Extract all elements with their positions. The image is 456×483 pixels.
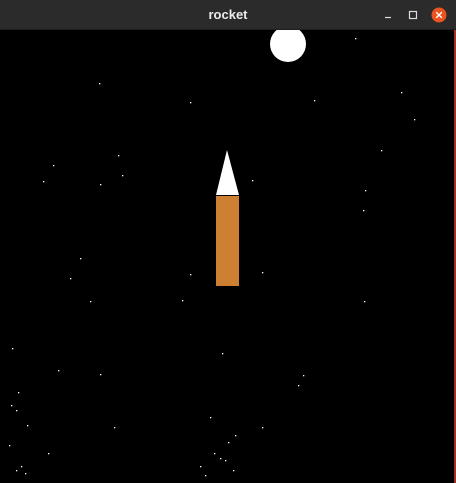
star <box>262 427 264 429</box>
star <box>48 453 50 455</box>
star <box>365 190 367 192</box>
close-button[interactable] <box>431 7 447 23</box>
app-window: rocket <box>0 0 456 483</box>
rocket-body <box>216 196 239 286</box>
star <box>235 435 237 437</box>
star <box>401 92 403 94</box>
star <box>43 181 45 183</box>
star <box>205 475 207 477</box>
minimize-icon <box>385 16 391 19</box>
game-canvas[interactable] <box>0 30 456 483</box>
star <box>298 385 300 387</box>
close-icon <box>431 7 447 23</box>
moon <box>270 30 306 62</box>
star <box>9 445 11 447</box>
star <box>90 301 92 303</box>
star <box>381 150 383 152</box>
star <box>21 466 23 468</box>
title-bar[interactable]: rocket <box>0 0 456 30</box>
star <box>11 405 13 407</box>
star <box>252 180 254 182</box>
maximize-button[interactable] <box>405 7 421 23</box>
minimize-button[interactable] <box>380 7 396 23</box>
star <box>70 278 72 280</box>
star <box>210 417 212 419</box>
star <box>225 460 227 462</box>
star <box>314 100 316 102</box>
star <box>16 410 18 412</box>
star <box>122 175 124 177</box>
star <box>80 258 82 260</box>
star <box>27 425 29 427</box>
star <box>25 473 27 475</box>
star <box>16 470 18 472</box>
star <box>364 301 366 303</box>
star <box>200 466 202 468</box>
star <box>355 38 357 40</box>
star <box>114 427 116 429</box>
star <box>214 453 216 455</box>
star <box>12 348 14 350</box>
rocket <box>216 150 239 286</box>
star <box>190 274 192 276</box>
star <box>100 184 102 186</box>
star <box>222 353 224 355</box>
star <box>182 300 184 302</box>
star <box>58 370 60 372</box>
star <box>228 442 230 444</box>
rocket-nose <box>216 150 239 195</box>
star <box>118 155 120 157</box>
starfield <box>9 38 416 477</box>
star <box>53 165 55 167</box>
star <box>100 374 102 376</box>
maximize-icon <box>408 10 418 20</box>
star <box>262 272 264 274</box>
star <box>363 210 365 212</box>
star <box>220 458 222 460</box>
star <box>303 375 305 377</box>
star <box>18 392 20 394</box>
star <box>190 102 192 104</box>
star <box>414 119 416 121</box>
star <box>233 470 235 472</box>
star <box>99 83 101 85</box>
